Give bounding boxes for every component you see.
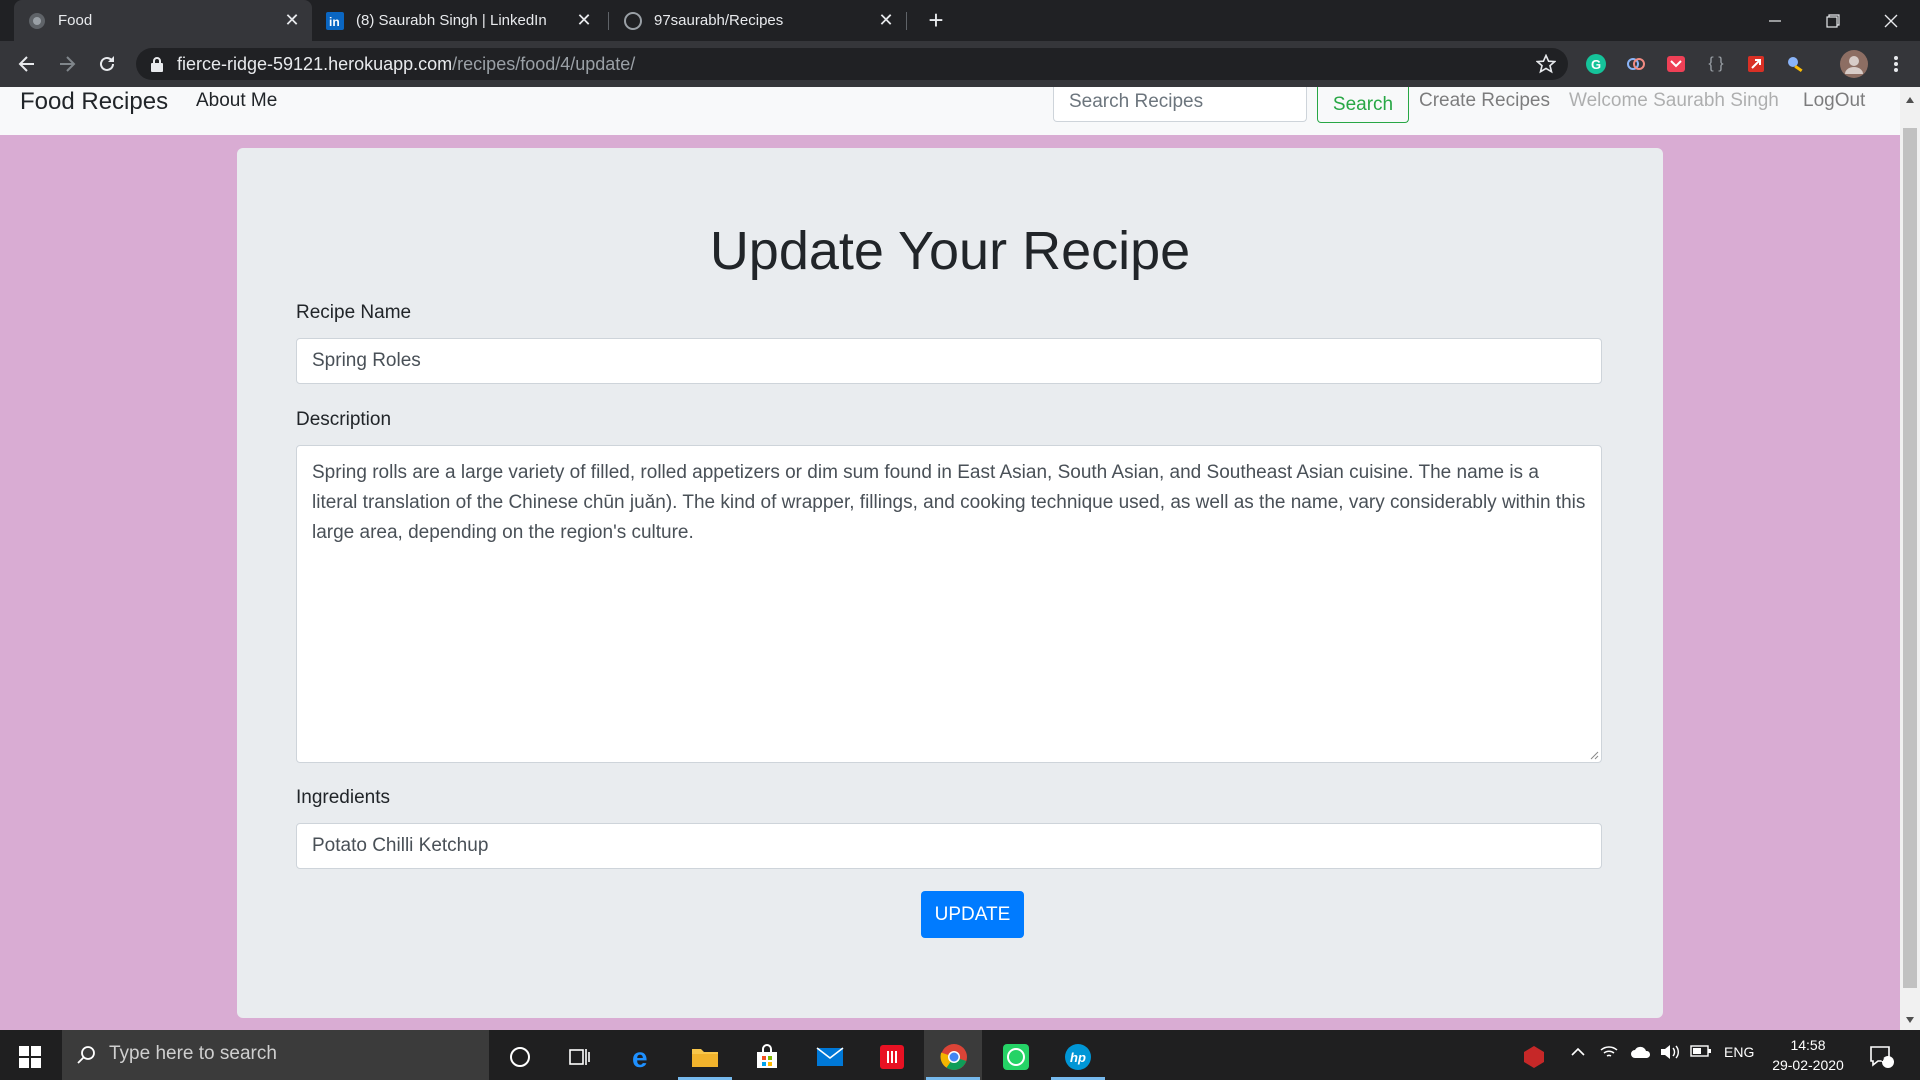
- svg-text:e: e: [632, 1043, 648, 1071]
- forward-icon[interactable]: [52, 49, 82, 79]
- chrome-icon[interactable]: [934, 1037, 974, 1077]
- windows-start-icon[interactable]: [10, 1037, 50, 1077]
- taskbar-search-input[interactable]: Type here to search: [109, 1043, 277, 1065]
- nav-about[interactable]: About Me: [196, 90, 277, 112]
- tab-linkedin[interactable]: in (8) Saurabh Singh | LinkedIn ✕: [318, 0, 602, 41]
- tab-title: 97saurabh/Recipes: [654, 12, 784, 29]
- recipe-name-input[interactable]: Spring Roles: [296, 338, 1602, 384]
- store-icon[interactable]: [747, 1037, 787, 1077]
- tab-food[interactable]: Food ✕: [14, 0, 312, 41]
- globe-icon: [28, 12, 46, 30]
- tab-separator: [608, 12, 609, 30]
- json-viewer-icon[interactable]: { }: [1704, 52, 1728, 76]
- clock-time: 14:58: [1790, 1037, 1826, 1053]
- close-icon[interactable]: ✕: [876, 10, 896, 31]
- nav-create-recipes[interactable]: Create Recipes: [1419, 90, 1550, 112]
- extension-icon[interactable]: [1624, 52, 1648, 76]
- system-clock[interactable]: 14:58 29-02-2020: [1768, 1035, 1848, 1075]
- edge-icon[interactable]: e: [623, 1037, 663, 1077]
- ingredients-label: Ingredients: [296, 787, 391, 808]
- scroll-up-icon[interactable]: [1900, 92, 1920, 108]
- clock-date: 29-02-2020: [1772, 1057, 1844, 1073]
- mail-icon[interactable]: [810, 1037, 850, 1077]
- search-input[interactable]: Search Recipes: [1053, 87, 1307, 122]
- svg-text:in: in: [329, 15, 340, 29]
- profile-avatar[interactable]: [1840, 50, 1868, 78]
- hp-icon[interactable]: hp: [1058, 1037, 1098, 1077]
- tab-github[interactable]: 97saurabh/Recipes ✕: [614, 0, 904, 41]
- nav-logout[interactable]: LogOut: [1803, 90, 1865, 112]
- security-tray-icon[interactable]: [1514, 1037, 1554, 1077]
- reload-icon[interactable]: [92, 49, 122, 79]
- scrollbar-thumb[interactable]: [1903, 128, 1917, 988]
- cortana-icon[interactable]: [500, 1037, 540, 1077]
- menu-dots-icon[interactable]: [1884, 52, 1908, 76]
- grammarly-icon[interactable]: G: [1584, 52, 1608, 76]
- key-icon[interactable]: [1784, 52, 1808, 76]
- description-text: Spring rolls are a large variety of fill…: [312, 462, 1586, 543]
- office-app-icon[interactable]: [872, 1037, 912, 1077]
- recipe-name-label: Recipe Name: [296, 302, 412, 323]
- bookmark-star-icon[interactable]: [1534, 52, 1558, 76]
- launcher-icon[interactable]: [1744, 52, 1768, 76]
- url-text[interactable]: fierce-ridge-59121.herokuapp.com/recipes…: [177, 53, 635, 75]
- nav-welcome: Welcome Saurabh Singh: [1569, 90, 1779, 111]
- update-button[interactable]: UPDATE: [921, 891, 1024, 938]
- linkedin-icon: in: [326, 11, 344, 30]
- svg-text:hp: hp: [1070, 1050, 1086, 1065]
- close-window-icon[interactable]: [1868, 0, 1914, 41]
- new-tab-icon[interactable]: +: [922, 5, 950, 35]
- pocket-icon[interactable]: [1664, 52, 1688, 76]
- page-title: Update Your Recipe: [709, 221, 1191, 281]
- wifi-icon[interactable]: [1600, 1044, 1618, 1063]
- file-explorer-icon[interactable]: [685, 1037, 725, 1077]
- minimize-icon[interactable]: [1752, 0, 1798, 41]
- tab-title: Food: [58, 12, 93, 29]
- search-button[interactable]: Search: [1317, 87, 1409, 123]
- battery-icon[interactable]: [1690, 1044, 1712, 1061]
- language-indicator[interactable]: ENG: [1724, 1044, 1754, 1060]
- restore-icon[interactable]: [1810, 0, 1856, 41]
- notification-count: 4: [1877, 1052, 1885, 1064]
- tab-title: (8) Saurabh Singh | LinkedIn: [356, 12, 547, 29]
- svg-text:G: G: [1591, 57, 1601, 72]
- url-host: fierce-ridge-59121.herokuapp.com: [177, 54, 453, 74]
- lock-icon: [150, 56, 164, 72]
- tab-separator: [906, 12, 907, 30]
- description-textarea[interactable]: Spring rolls are a large variety of fill…: [296, 445, 1602, 763]
- url-path: /recipes/food/4/update/: [452, 54, 636, 74]
- github-icon: [624, 11, 642, 30]
- close-icon[interactable]: ✕: [282, 10, 302, 31]
- scroll-down-icon[interactable]: [1900, 1012, 1920, 1028]
- close-icon[interactable]: ✕: [574, 10, 594, 31]
- ingredients-input[interactable]: Potato Chilli Ketchup: [296, 823, 1602, 869]
- back-icon[interactable]: [12, 49, 42, 79]
- description-label: Description: [296, 409, 392, 430]
- brand-link[interactable]: Food Recipes: [20, 88, 168, 116]
- whatsapp-icon[interactable]: [996, 1037, 1036, 1077]
- onedrive-icon[interactable]: [1630, 1044, 1652, 1063]
- volume-icon[interactable]: [1660, 1044, 1680, 1063]
- task-view-icon[interactable]: [560, 1037, 600, 1077]
- chevron-up-icon[interactable]: [1570, 1044, 1586, 1063]
- search-icon: [76, 1045, 96, 1065]
- resize-grip-icon[interactable]: [1589, 750, 1599, 760]
